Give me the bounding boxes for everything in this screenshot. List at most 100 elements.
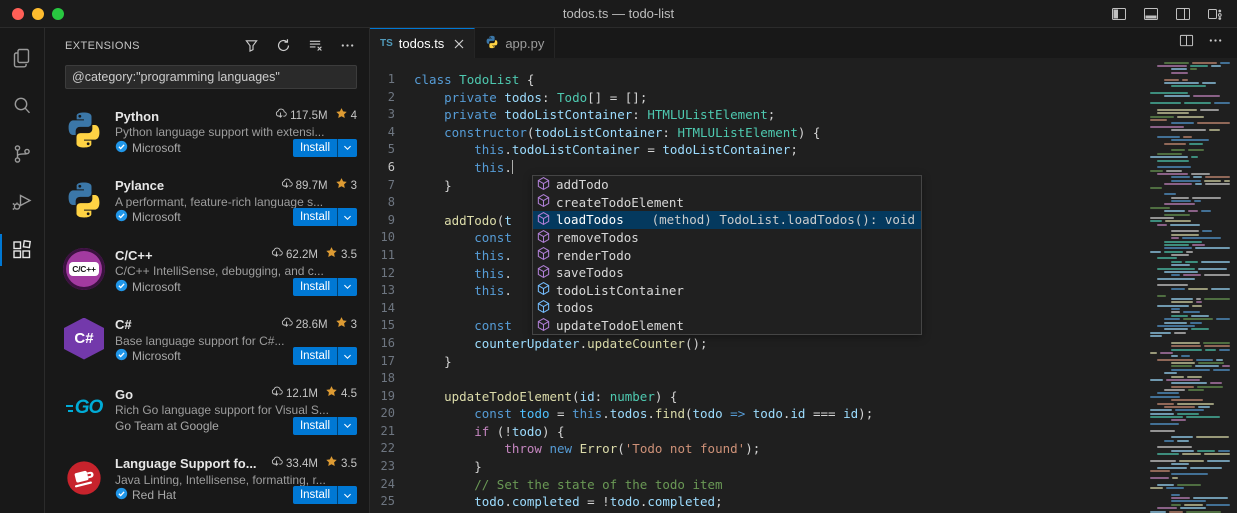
install-dropdown-chevron-icon[interactable] bbox=[337, 347, 357, 365]
suggest-item[interactable]: addTodo bbox=[533, 176, 921, 194]
extension-name: Pylance bbox=[115, 178, 164, 193]
install-button[interactable]: Install bbox=[293, 486, 357, 504]
extension-stats: 12.1M4.5 bbox=[264, 385, 357, 403]
install-label[interactable]: Install bbox=[293, 347, 337, 365]
install-label[interactable]: Install bbox=[293, 139, 337, 157]
suggest-label: renderTodo bbox=[556, 248, 631, 263]
editor-more-actions-icon[interactable] bbox=[1208, 33, 1223, 53]
csharp-logo-icon: C# bbox=[64, 318, 104, 360]
suggest-detail: (method) TodoList.loadTodos(): void bbox=[652, 212, 915, 227]
code-line: 16 counterUpdater.updateCounter(); bbox=[370, 335, 1237, 353]
code-line: 21 if (!todo) { bbox=[370, 423, 1237, 441]
extension-name: C/C++ bbox=[115, 248, 153, 263]
install-button[interactable]: Install bbox=[293, 417, 357, 435]
split-editor-icon[interactable] bbox=[1179, 33, 1194, 53]
toggle-primary-sidebar-icon[interactable] bbox=[1111, 6, 1127, 22]
symbol-method-icon bbox=[536, 193, 551, 211]
activity-extensions-icon[interactable] bbox=[0, 226, 45, 274]
code-line: 20 const todo = this.todos.find(todo => … bbox=[370, 405, 1237, 423]
extension-icon bbox=[61, 455, 107, 505]
toggle-secondary-sidebar-icon[interactable] bbox=[1175, 6, 1191, 22]
extensions-sidebar: EXTENSIONS Python117.5M4Python language … bbox=[45, 28, 370, 513]
extension-publisher: Microsoft bbox=[115, 279, 181, 295]
rating-star-icon bbox=[325, 246, 338, 264]
editor-group: TS todos.ts app.py 1class TodoList {2 pr… bbox=[370, 28, 1237, 513]
line-number: 16 bbox=[370, 335, 414, 353]
install-button[interactable]: Install bbox=[293, 347, 357, 365]
zoom-window-button[interactable] bbox=[52, 8, 64, 20]
install-dropdown-chevron-icon[interactable] bbox=[337, 139, 357, 157]
suggest-item[interactable]: renderTodo bbox=[533, 246, 921, 264]
suggest-item[interactable]: updateTodoElement bbox=[533, 317, 921, 335]
install-button[interactable]: Install bbox=[293, 278, 357, 296]
extension-list-item[interactable]: GOGo12.1M4.5Rich Go language support for… bbox=[45, 375, 369, 445]
line-number: 4 bbox=[370, 124, 414, 142]
extension-publisher: Microsoft bbox=[115, 209, 181, 225]
rating-star-icon bbox=[325, 455, 338, 473]
code-line: 25 todo.completed = !todo.completed; bbox=[370, 493, 1237, 511]
line-number: 20 bbox=[370, 405, 414, 423]
suggest-label: saveTodos bbox=[556, 265, 624, 280]
extension-stats: 33.4M3.5 bbox=[264, 455, 357, 473]
rating-star-icon bbox=[335, 177, 348, 195]
install-dropdown-chevron-icon[interactable] bbox=[337, 417, 357, 435]
download-count-icon bbox=[270, 385, 283, 403]
rating-star-icon bbox=[335, 316, 348, 334]
install-button[interactable]: Install bbox=[293, 139, 357, 157]
install-dropdown-chevron-icon[interactable] bbox=[337, 278, 357, 296]
suggest-item[interactable]: todos bbox=[533, 299, 921, 317]
rating-star-icon bbox=[335, 107, 348, 125]
publisher-name: Microsoft bbox=[132, 141, 181, 155]
install-label[interactable]: Install bbox=[293, 417, 337, 435]
line-number: 5 bbox=[370, 141, 414, 159]
filter-icon[interactable] bbox=[241, 36, 261, 56]
install-button[interactable]: Install bbox=[293, 208, 357, 226]
customize-layout-icon[interactable] bbox=[1207, 6, 1223, 22]
extension-list-item[interactable]: C/C++C/C++62.2M3.5C/C++ IntelliSense, de… bbox=[45, 236, 369, 306]
activity-explorer-icon[interactable] bbox=[0, 34, 45, 82]
install-dropdown-chevron-icon[interactable] bbox=[337, 208, 357, 226]
line-number: 10 bbox=[370, 229, 414, 247]
verified-publisher-icon bbox=[115, 348, 128, 364]
toggle-panel-icon[interactable] bbox=[1143, 6, 1159, 22]
install-label[interactable]: Install bbox=[293, 278, 337, 296]
suggest-item[interactable]: todoListContainer bbox=[533, 282, 921, 300]
publisher-name: Microsoft bbox=[132, 280, 181, 294]
more-actions-icon[interactable] bbox=[337, 36, 357, 56]
install-label[interactable]: Install bbox=[293, 208, 337, 226]
close-tab-icon[interactable] bbox=[454, 39, 464, 49]
extension-list-item[interactable]: Pylance89.7M3A performant, feature-rich … bbox=[45, 167, 369, 237]
install-label[interactable]: Install bbox=[293, 486, 337, 504]
extension-list-item[interactable]: Language Support fo...33.4M3.5Java Linti… bbox=[45, 445, 369, 513]
line-number: 25 bbox=[370, 493, 414, 511]
tab-todos-ts[interactable]: TS todos.ts bbox=[370, 28, 475, 58]
line-number: 12 bbox=[370, 265, 414, 283]
clear-search-results-icon[interactable] bbox=[305, 36, 325, 56]
extensions-search-input[interactable] bbox=[65, 65, 357, 89]
line-number: 18 bbox=[370, 370, 414, 388]
extension-list-item[interactable]: C#C#28.6M3Base language support for C#..… bbox=[45, 306, 369, 376]
suggest-item[interactable]: removeTodos bbox=[533, 229, 921, 247]
close-window-button[interactable] bbox=[12, 8, 24, 20]
activity-run-debug-icon[interactable] bbox=[0, 178, 45, 226]
line-number: 19 bbox=[370, 388, 414, 406]
verified-publisher-icon bbox=[115, 279, 128, 295]
suggest-item[interactable]: createTodoElement bbox=[533, 194, 921, 212]
extension-stats: 28.6M3 bbox=[274, 316, 357, 334]
extension-description: C/C++ IntelliSense, debugging, and c... bbox=[115, 264, 357, 278]
minimap[interactable] bbox=[1140, 58, 1237, 513]
suggest-item[interactable]: loadTodos(method) TodoList.loadTodos(): … bbox=[533, 211, 921, 229]
minimize-window-button[interactable] bbox=[32, 8, 44, 20]
line-number: 17 bbox=[370, 353, 414, 371]
suggest-item[interactable]: saveTodos bbox=[533, 264, 921, 282]
sidebar-title: EXTENSIONS bbox=[65, 40, 140, 52]
activity-source-control-icon[interactable] bbox=[0, 130, 45, 178]
refresh-icon[interactable] bbox=[273, 36, 293, 56]
activity-search-icon[interactable] bbox=[0, 82, 45, 130]
extension-list-item[interactable]: Python117.5M4Python language support wit… bbox=[45, 97, 369, 167]
install-dropdown-chevron-icon[interactable] bbox=[337, 486, 357, 504]
tab-app-py[interactable]: app.py bbox=[475, 28, 555, 58]
rating-value: 4 bbox=[351, 110, 357, 122]
extension-name: Go bbox=[115, 387, 133, 402]
code-line: 1class TodoList { bbox=[370, 71, 1237, 89]
